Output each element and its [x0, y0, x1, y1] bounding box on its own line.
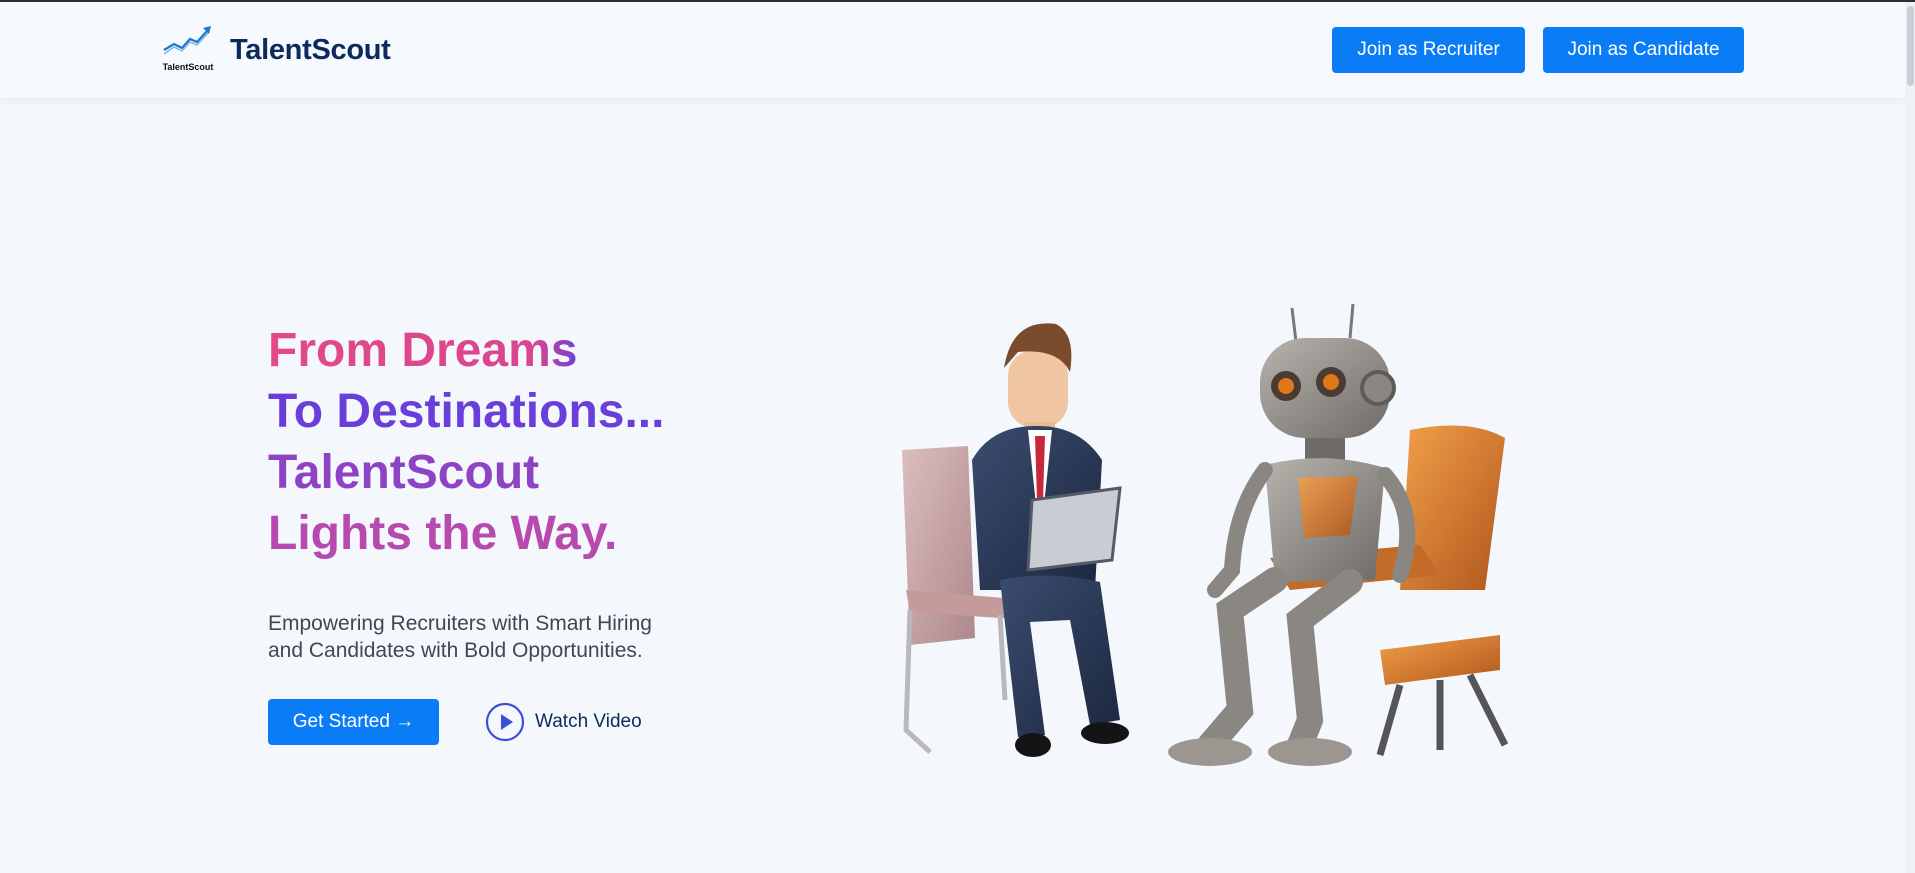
- join-as-recruiter-button[interactable]: Join as Recruiter: [1332, 27, 1525, 73]
- hero-headline: From Dreams To Destinations... TalentSco…: [268, 320, 728, 564]
- subtitle-line-2: and Candidates with Bold Opportunities.: [268, 639, 643, 662]
- watch-video-button[interactable]: Watch Video: [485, 701, 642, 743]
- headline-line-4: Lights the Way.: [268, 507, 618, 560]
- join-as-candidate-button[interactable]: Join as Candidate: [1543, 27, 1744, 73]
- scrollbar-thumb[interactable]: [1907, 6, 1914, 86]
- play-icon[interactable]: [485, 702, 525, 742]
- headline-line-2: To Destinations...: [268, 385, 665, 438]
- headline-line-3: TalentScout: [268, 446, 540, 499]
- businessman-illustration: [902, 323, 1129, 757]
- watch-video-label[interactable]: Watch Video: [535, 711, 642, 733]
- robot-illustration: [1168, 303, 1509, 766]
- hero-illustration: [902, 303, 1509, 766]
- headline-line-1: From Dreams: [268, 320, 728, 381]
- get-started-button[interactable]: Get Started →: [268, 699, 439, 745]
- subtitle-line-1: Empowering Recruiters with Smart Hiring: [268, 612, 652, 635]
- brand-name[interactable]: TalentScout: [230, 34, 391, 67]
- logo-text: TalentScout: [163, 62, 214, 72]
- talentscout-logo[interactable]: TalentScout: [160, 24, 216, 76]
- page-scrollbar[interactable]: [1905, 2, 1915, 873]
- top-navbar: TalentScout TalentScout Join as Recruite…: [0, 2, 1905, 98]
- hero-subtitle: Empowering Recruiters with Smart Hiring …: [268, 610, 688, 664]
